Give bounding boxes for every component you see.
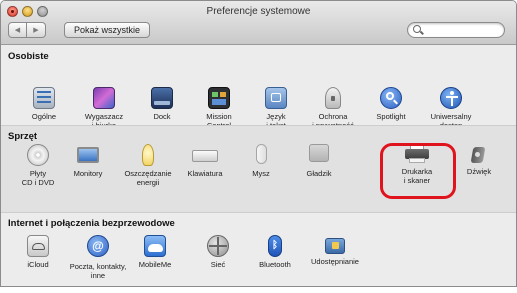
- pane-sharing[interactable]: Udostępnianie: [305, 235, 365, 266]
- pane-dock[interactable]: Dock: [132, 87, 192, 121]
- printer-scanner-icon: [405, 144, 429, 164]
- trackpad-icon: [309, 144, 329, 162]
- section-title: Osobiste: [8, 51, 49, 62]
- navigation-buttons: ◀ ▶: [8, 22, 46, 38]
- pane-energy-saver[interactable]: Oszczędzanie energii: [118, 144, 178, 187]
- pane-label: Mysz: [252, 169, 270, 178]
- pane-label: Udostępnianie: [311, 257, 359, 266]
- pane-label: Język: [266, 112, 286, 121]
- mobileme-icon: [144, 235, 166, 257]
- pane-bluetooth[interactable]: ᛒ Bluetooth: [245, 235, 305, 269]
- desktop-screensaver-icon: [93, 87, 115, 109]
- mouse-icon: [255, 144, 267, 164]
- spotlight-icon: [380, 87, 402, 109]
- search-input[interactable]: [407, 22, 505, 38]
- system-preferences-window: Preferencje systemowe ◀ ▶ Pokaż wszystki…: [0, 0, 517, 287]
- displays-icon: [77, 147, 99, 163]
- mail-contacts-icon: @: [87, 235, 109, 257]
- pane-label: Poczta, kontakty,: [69, 262, 127, 271]
- pane-network[interactable]: Sieć: [188, 235, 248, 269]
- pane-mission-control[interactable]: MissionControl: [189, 87, 249, 130]
- pane-trackpad[interactable]: Gładzik: [289, 144, 349, 178]
- pane-label: Sieć: [210, 260, 226, 269]
- pane-label-2: inne: [90, 271, 106, 280]
- section-hardware: Sprzęt Płyty CD i DVD Monitory Oszczędzan…: [1, 125, 516, 213]
- keyboard-icon: [192, 150, 218, 162]
- pane-label-2: i skaner: [403, 176, 431, 185]
- pane-label: Mission: [206, 112, 232, 121]
- mission-control-icon: [208, 87, 230, 109]
- cd-dvd-icon: [27, 144, 49, 166]
- pane-desktop-screensaver[interactable]: Wygaszaczi biurko: [74, 87, 134, 130]
- pane-label: Ogólne: [31, 112, 57, 121]
- section-internet: Internet i połączenia bezprzewodowe iClo…: [1, 213, 516, 286]
- pane-label: iCloud: [27, 260, 49, 269]
- pane-label: Gładzik: [306, 169, 332, 178]
- universal-access-icon: [440, 87, 462, 109]
- pane-general[interactable]: Ogólne: [14, 87, 74, 121]
- icloud-icon: [27, 235, 49, 257]
- pane-label: Monitory: [73, 169, 103, 178]
- pane-printer-scanner[interactable]: Drukarka i skaner: [387, 144, 447, 185]
- pane-label: MobileMe: [138, 260, 172, 269]
- search-icon: [413, 25, 421, 33]
- general-icon: [33, 87, 55, 109]
- pane-label: Dock: [153, 112, 171, 121]
- security-privacy-icon: [325, 87, 341, 109]
- section-title: Sprzęt: [8, 131, 38, 142]
- pane-label: Wygaszacz: [84, 112, 124, 121]
- pane-mouse[interactable]: Mysz: [231, 144, 291, 178]
- pane-universal-access[interactable]: Uniwersalnydostęp: [421, 87, 481, 130]
- energy-saver-icon: [142, 144, 154, 166]
- bluetooth-icon: ᛒ: [268, 235, 282, 257]
- window-title: Preferencje systemowe: [206, 6, 311, 17]
- forward-button[interactable]: ▶: [27, 22, 46, 38]
- pane-label-2: energii: [136, 178, 160, 187]
- pane-language-text[interactable]: Języki tekst: [246, 87, 306, 130]
- section-personal: Osobiste Ogólne Wygaszaczi biurko Dock: [1, 46, 516, 130]
- sharing-icon: [325, 238, 345, 254]
- pane-keyboard[interactable]: Klawiatura: [175, 144, 235, 178]
- pane-label: Klawiatura: [187, 169, 223, 178]
- back-button[interactable]: ◀: [8, 22, 27, 38]
- dock-icon: [151, 87, 173, 109]
- pane-label: Uniwersalny: [430, 112, 472, 121]
- pane-sound[interactable]: Dźwięk: [449, 144, 509, 176]
- pane-mobileme[interactable]: MobileMe: [125, 235, 185, 269]
- window-toolbar: Preferencje systemowe ◀ ▶ Pokaż wszystki…: [1, 1, 516, 45]
- pane-mail-contacts[interactable]: @ Poczta, kontakty, inne: [68, 235, 128, 280]
- pane-label-2: CD i DVD: [21, 178, 55, 187]
- sound-icon: [470, 144, 486, 164]
- pane-label: Bluetooth: [259, 260, 291, 269]
- pane-label: Spotlight: [376, 112, 406, 121]
- pane-spotlight[interactable]: Spotlight: [361, 87, 421, 121]
- show-all-button[interactable]: Pokaż wszystkie: [64, 22, 151, 38]
- section-title: Internet i połączenia bezprzewodowe: [8, 218, 175, 229]
- pane-displays[interactable]: Monitory: [58, 144, 118, 178]
- pane-icloud[interactable]: iCloud: [8, 235, 68, 269]
- pane-label: Oszczędzanie: [124, 169, 172, 178]
- pane-label: Drukarka: [401, 167, 433, 176]
- language-text-icon: [265, 87, 287, 109]
- network-icon: [207, 235, 229, 257]
- pane-label: Dźwięk: [466, 167, 492, 176]
- pane-label: Ochrona: [318, 112, 348, 121]
- pane-security-privacy[interactable]: Ochronai prywatność: [303, 87, 363, 130]
